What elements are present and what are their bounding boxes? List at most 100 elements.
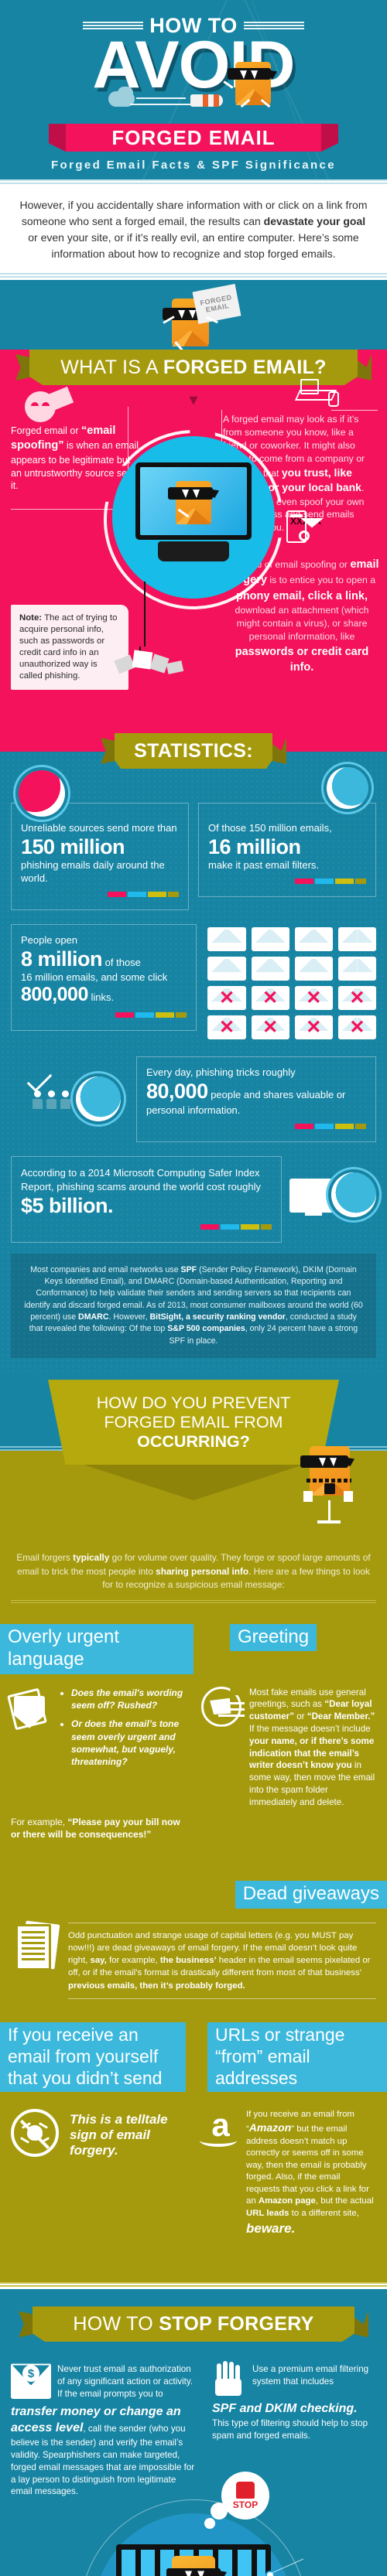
stat-5-pre: According to a 2014 Microsoft Computing … xyxy=(21,1166,261,1192)
rule-left-decoration xyxy=(83,21,144,31)
goal-e: download an attachment (which might cont… xyxy=(235,604,369,643)
stop-sign-bubble: STOP xyxy=(221,2472,269,2520)
ghost-eye-left xyxy=(31,402,39,406)
stat-2-post: make it past email filters. xyxy=(208,858,320,871)
intro-text-bold: devastate your goal xyxy=(263,215,366,227)
tip-2-lead: Use a premium email filtering system tha… xyxy=(252,2364,369,2387)
tag-urls-strange-from: URLs or strange “from” email addresses xyxy=(207,2022,387,2092)
statistics-section: STATISTICS: Unreliable sources send more… xyxy=(0,733,387,1373)
stat-3-post: links. xyxy=(87,991,115,1004)
cursor-hand-icon xyxy=(328,391,339,407)
email-click-icon xyxy=(294,379,341,408)
mascot-foot-right xyxy=(344,1491,353,1503)
stat-1-pre: Unreliable sources send more than xyxy=(21,822,177,834)
goal-f: passwords or credit card info. xyxy=(235,645,369,674)
dead-rule-bottom xyxy=(68,1998,376,1999)
stats-row-2: People open 8 million of those 16 millio… xyxy=(0,910,387,1039)
urgent-header-wrap: Overly urgent language xyxy=(0,1624,194,1674)
urls-d: Amazon page xyxy=(258,2196,316,2206)
mini-envelope xyxy=(294,926,333,951)
stat-3-dashbar xyxy=(21,1012,187,1018)
amazon-logo-icon: a xyxy=(200,2109,241,2238)
definition-text-a: Forged email or xyxy=(11,425,82,436)
greeting-refresh-icon xyxy=(201,1686,245,1809)
tip-2-body: SPF and DKIM checking. This type of filt… xyxy=(212,2400,376,2441)
money-envelope-icon: $ xyxy=(11,2363,51,2400)
no-slash xyxy=(19,2119,50,2149)
stats-row-4: According to a 2014 Microsoft Computing … xyxy=(0,1142,387,1243)
explanation-top-line xyxy=(331,410,378,411)
mini-envelope xyxy=(207,956,246,981)
stat-card-3: People open 8 million of those 16 millio… xyxy=(11,923,197,1032)
tag-email-from-yourself: If you receive an email from yourself th… xyxy=(0,2022,186,2092)
tip-2: Use a premium email filtering system tha… xyxy=(212,2361,376,2441)
locked-envelope-mascot xyxy=(300,1446,353,1531)
mini-envelope xyxy=(251,926,289,951)
tip-1: $ Never trust email as authorization of … xyxy=(11,2363,195,2498)
dead-c: for example, xyxy=(106,1956,160,1966)
mini-envelope xyxy=(294,956,333,981)
refresh-circle xyxy=(201,1686,241,1727)
stop-banner-wrap: HOW TO STOP FORGERY xyxy=(0,2306,387,2342)
recognize-intro-d: sharing personal info xyxy=(156,1565,249,1577)
person-icon xyxy=(33,1090,43,1110)
what-is-forged-email-section: WHAT IS A FORGED EMAIL? ▾ Forged email o… xyxy=(0,350,387,753)
intro-section: However, if you accidentally share infor… xyxy=(0,186,387,273)
bandit-mask-icon-5 xyxy=(166,2568,221,2576)
urls-f: URL leads xyxy=(246,2208,289,2218)
mini-envelope-blocked xyxy=(207,985,246,1010)
intro-text-c: or even your site, or if it’s really evi… xyxy=(28,231,359,260)
mini-envelope-blocked xyxy=(251,1015,289,1039)
rocket-stripe xyxy=(203,94,208,107)
greeting-text: Most fake emails use general greetings, … xyxy=(249,1687,376,1809)
divider-stripe-2 xyxy=(0,273,387,280)
telltale-text: This is a telltale sign of email forgery… xyxy=(70,2111,168,2158)
eye-left-4 xyxy=(319,1458,326,1467)
headers-row-2: If you receive an email from yourself th… xyxy=(0,2022,387,2092)
eye-right-5 xyxy=(197,2571,204,2576)
paper-scrap-4 xyxy=(166,660,184,674)
tag-dead-giveaways: Dead giveaways xyxy=(235,1881,387,1909)
stat-box-3: People open 8 million of those 16 millio… xyxy=(11,923,197,1032)
amazon-a-glyph: a xyxy=(211,2106,230,2143)
urgent-example: For example, “Please pay your bill now o… xyxy=(0,1808,194,1841)
greeting-header-wrap: Greeting xyxy=(194,1624,387,1674)
monitor-white-icon xyxy=(289,1178,337,1213)
greeting-c: or xyxy=(294,1711,307,1722)
greeting-block: Most fake emails use general greetings, … xyxy=(194,1686,376,1809)
urls-header-wrap: URLs or strange “from” email addresses xyxy=(186,2022,387,2092)
stat-5-dashbar xyxy=(21,1223,272,1230)
mini-envelope-blocked xyxy=(294,1015,333,1039)
smoke-cloud-icon-2 xyxy=(118,87,133,100)
stat-box-5: According to a 2014 Microsoft Computing … xyxy=(11,1155,282,1243)
urgent-block: Does the email's wording seem off? Rushe… xyxy=(7,1687,194,1809)
trail-line-1 xyxy=(136,97,186,100)
recognize-intro: Email forgers typically go for volume ov… xyxy=(0,1551,387,1592)
stat-box-4: Every day, phishing tricks roughly 80,00… xyxy=(136,1056,376,1142)
bandit-mask-icon-3 xyxy=(168,487,213,500)
chain-icon xyxy=(307,1479,351,1483)
globe-icon-4 xyxy=(331,1172,376,1217)
content-row-2: This is a telltale sign of email forgery… xyxy=(0,2092,387,2238)
greeting-envelope xyxy=(210,1696,233,1717)
doc-layer-front xyxy=(15,1923,51,1970)
stop-banner-light: HOW TO xyxy=(73,2312,159,2335)
rocket-mascot-row xyxy=(0,62,387,124)
trail-line-2 xyxy=(130,104,194,106)
fishing-line xyxy=(144,582,146,647)
globe-icon-2 xyxy=(327,767,368,809)
stat-1-post: phishing emails daily around the world. xyxy=(21,858,165,884)
stop-forgery-section: HOW TO STOP FORGERY $ Never trust email … xyxy=(0,2289,387,2576)
urls-beware: beware. xyxy=(246,2221,296,2237)
monitor-mascot xyxy=(168,475,214,526)
ghost-envelope-icon xyxy=(25,386,74,424)
eye-left xyxy=(240,70,247,80)
mini-envelope xyxy=(207,926,246,951)
note-text: The act of trying to acquire personal in… xyxy=(19,613,118,681)
statistics-banner-wrap: STATISTICS: xyxy=(0,733,387,769)
globe-icon-3 xyxy=(76,1076,121,1122)
stat-2-value: 16 million xyxy=(208,834,301,858)
dead-b: say, xyxy=(90,1956,107,1966)
globe-icon xyxy=(19,770,65,817)
recognize-intro-a: Email forgers xyxy=(16,1552,74,1564)
